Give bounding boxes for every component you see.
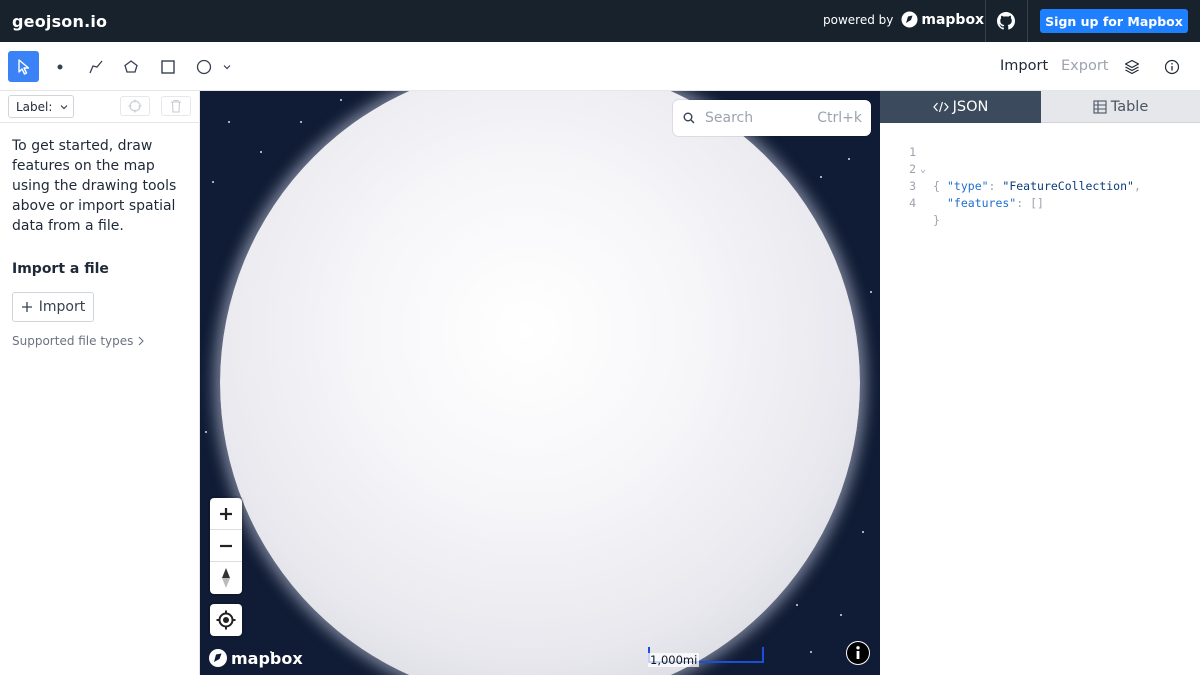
draw-rectangle-button[interactable]: [152, 51, 183, 82]
info-button[interactable]: [1156, 51, 1187, 82]
powered-by-mapbox[interactable]: powered by mapbox: [823, 11, 984, 28]
code-line: 2 "type": "FeatureCollection",: [880, 144, 1200, 193]
zoom-to-features-button[interactable]: [120, 96, 150, 116]
top-bar: geojson.io powered by mapbox Sign up for…: [0, 0, 1200, 42]
star: [212, 181, 214, 183]
draw-point-button[interactable]: [44, 51, 75, 82]
left-panel-header: Label:: [0, 91, 199, 123]
star: [870, 291, 872, 293]
map-canvas[interactable]: Search Ctrl+k mapbox 1,000mi: [200, 91, 880, 675]
import-file-button[interactable]: Import: [12, 292, 94, 322]
info-icon: [1164, 59, 1179, 74]
tab-json-label: JSON: [952, 99, 989, 115]
divider: [985, 0, 986, 42]
map-search-box[interactable]: Search Ctrl+k: [673, 100, 871, 136]
tab-table[interactable]: Table: [1041, 91, 1200, 123]
plus-icon: [220, 507, 232, 520]
attribution-button[interactable]: [846, 641, 870, 665]
chevron-right-icon: [139, 336, 145, 346]
line-number: 4: [909, 196, 916, 210]
zoom-in-button[interactable]: [210, 498, 242, 530]
plus-icon: [21, 302, 32, 312]
import-file-heading: Import a file: [12, 261, 109, 277]
draw-circle-button[interactable]: [188, 51, 219, 82]
crosshair-icon: [128, 99, 142, 113]
search-input[interactable]: Search: [705, 110, 817, 126]
star: [228, 121, 230, 123]
json-editor[interactable]: 1 ⌄ { 2 "type": "FeatureCollection", 3 "…: [880, 127, 1200, 227]
point-icon: [57, 64, 62, 69]
search-shortcut: Ctrl+k: [817, 110, 862, 126]
import-menu[interactable]: Import: [1000, 58, 1048, 74]
line-icon: [88, 60, 102, 73]
powered-by-label: powered by: [823, 12, 894, 27]
github-icon[interactable]: [996, 11, 1016, 31]
circle-icon: [196, 59, 211, 74]
app-logo[interactable]: geojson.io: [12, 12, 107, 31]
minus-icon: [220, 544, 232, 547]
reset-bearing-button[interactable]: [210, 562, 242, 594]
star: [848, 158, 850, 160]
tab-table-label: Table: [1110, 98, 1149, 115]
supported-file-types-label: Supported file types: [12, 334, 134, 348]
tab-json[interactable]: JSON: [880, 91, 1041, 123]
mapbox-watermark[interactable]: mapbox: [208, 648, 303, 668]
star: [820, 176, 822, 178]
intro-text: To get started, draw features on the map…: [12, 138, 177, 234]
polygon-icon: [123, 59, 138, 73]
draw-line-button[interactable]: [80, 51, 111, 82]
compass-icon: [222, 568, 230, 588]
import-file-button-label: Import: [38, 299, 86, 315]
select-tool-button[interactable]: [8, 51, 39, 82]
panel-tabs: JSON Table: [880, 91, 1200, 123]
geolocate-icon: [216, 610, 236, 630]
rectangle-icon: [160, 59, 175, 74]
label-select[interactable]: Label:: [8, 95, 74, 118]
mapbox-logo-text: mapbox: [921, 11, 985, 28]
zoom-controls: [210, 498, 242, 594]
star: [340, 99, 342, 101]
supported-file-types-link[interactable]: Supported file types: [12, 334, 145, 348]
left-panel: Label: To get started, draw features on …: [0, 91, 200, 675]
scale-label: 1,000mi: [648, 653, 700, 667]
search-icon: [683, 112, 695, 124]
divider: [1027, 0, 1028, 42]
code-line: 4 }: [880, 178, 1200, 227]
layers-icon: [1124, 59, 1139, 74]
star: [810, 651, 812, 653]
mapbox-icon: [209, 649, 227, 667]
globe: [220, 91, 860, 675]
star: [840, 614, 842, 616]
mapbox-watermark-text: mapbox: [231, 648, 303, 668]
star: [205, 431, 207, 433]
code-icon: [932, 101, 949, 113]
chevron-down-icon: [60, 104, 68, 109]
mapbox-icon: [901, 11, 918, 28]
cursor-icon: [17, 58, 29, 75]
drawing-toolbar: Import Export: [0, 42, 1200, 91]
mapbox-logo: mapbox: [901, 11, 984, 28]
table-icon: [1093, 99, 1107, 114]
chevron-down-icon: [223, 64, 231, 69]
delete-features-button[interactable]: [161, 96, 191, 116]
star: [300, 121, 302, 123]
code-line: 1 ⌄ {: [880, 127, 1200, 193]
geolocate-button[interactable]: [210, 604, 242, 636]
label-select-value: Label:: [16, 99, 53, 114]
zoom-out-button[interactable]: [210, 530, 242, 562]
export-menu[interactable]: Export: [1061, 58, 1108, 74]
trash-icon: [171, 99, 181, 113]
layers-button[interactable]: [1116, 51, 1147, 82]
right-panel: JSON Table 1 ⌄ { 2 "type": "FeatureColle…: [880, 91, 1200, 675]
info-icon: [847, 642, 869, 664]
code-text: }: [933, 213, 940, 227]
draw-polygon-button[interactable]: [115, 51, 146, 82]
star: [260, 151, 262, 153]
circle-options-dropdown[interactable]: [218, 51, 236, 82]
star: [796, 604, 798, 606]
code-line: 3 "features": []: [880, 161, 1200, 210]
signup-button[interactable]: Sign up for Mapbox: [1040, 9, 1188, 33]
star: [862, 531, 864, 533]
code-text: "features": []: [947, 196, 1044, 210]
